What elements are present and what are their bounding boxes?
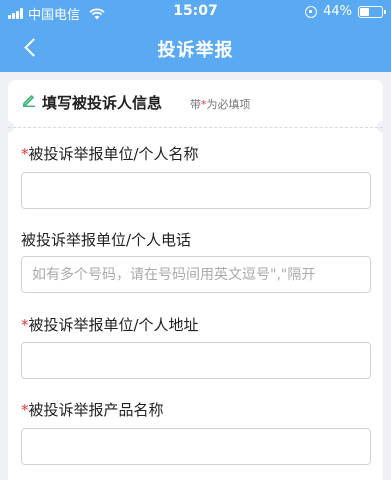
page-title: 投诉举报 <box>157 40 234 61</box>
battery-percent: 44% <box>323 4 352 19</box>
field-label-text: 被投诉举报产品名称 <box>28 401 164 419</box>
field-label-text: 被投诉举报单位/个人地址 <box>28 316 199 334</box>
status-right: 44% <box>305 4 386 19</box>
required-hint-suffix: 为必填项 <box>206 98 251 111</box>
field-label-phone: 被投诉举报单位/个人电话 <box>21 229 191 250</box>
section-header: 填写被投诉人信息 带*为必填项 <box>8 80 383 126</box>
address-input[interactable] <box>21 342 371 379</box>
header: 中国电信 15:07 44% 投诉举报 <box>0 0 391 72</box>
field-label-address: *被投诉举报单位/个人地址 <box>21 314 199 335</box>
required-star: * <box>21 401 29 419</box>
required-hint: 带*为必填项 <box>190 96 251 112</box>
orientation-lock-icon <box>305 5 318 18</box>
phone-input[interactable] <box>21 256 371 293</box>
nav-bar: 投诉举报 <box>0 28 391 68</box>
section-divider <box>8 127 383 128</box>
form-card: 填写被投诉人信息 带*为必填项 *被投诉举报单位/个人名称 被投诉举报单位/个人… <box>2 80 389 480</box>
battery-icon <box>358 5 386 18</box>
status-bar: 中国电信 15:07 44% <box>0 0 391 24</box>
field-label-product: *被投诉举报产品名称 <box>21 399 164 420</box>
required-hint-prefix: 带 <box>190 98 201 111</box>
product-name-input[interactable] <box>21 428 371 465</box>
section-title: 填写被投诉人信息 <box>42 94 163 112</box>
field-label-name: *被投诉举报单位/个人名称 <box>21 143 199 164</box>
required-star: * <box>21 316 29 334</box>
edit-icon <box>23 95 35 107</box>
name-input[interactable] <box>21 172 371 209</box>
field-label-text: 被投诉举报单位/个人名称 <box>28 145 199 163</box>
field-label-text: 被投诉举报单位/个人电话 <box>21 231 192 249</box>
required-star: * <box>21 145 29 163</box>
